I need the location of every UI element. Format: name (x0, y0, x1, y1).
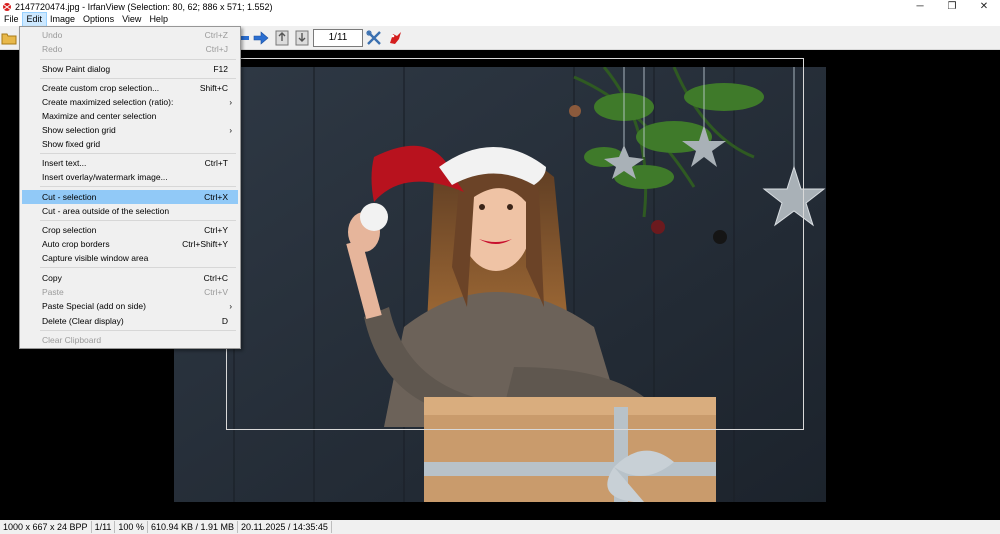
paste-button[interactable] (293, 29, 311, 47)
menu-item-show-paint-dialog[interactable]: Show Paint dialog F12 (22, 62, 238, 76)
menu-item-insert-overlay[interactable]: Insert overlay/watermark image... (22, 170, 238, 184)
menu-separator (40, 186, 236, 187)
status-bar: 1000 x 667 x 24 BPP 1/11 100 % 610.94 KB… (0, 520, 1000, 534)
menu-image[interactable]: Image (46, 13, 79, 26)
menu-separator (40, 330, 236, 331)
status-zoom: 100 % (115, 521, 148, 533)
open-folder-icon (1, 33, 17, 45)
menu-item-capture-window[interactable]: Capture visible window area (22, 251, 238, 265)
menu-item-paste[interactable]: Paste Ctrl+V (22, 285, 238, 299)
menu-item-cut-outside[interactable]: Cut - area outside of the selection (22, 204, 238, 218)
menu-options[interactable]: Options (79, 13, 118, 26)
menu-item-paste-special[interactable]: Paste Special (add on side) › (22, 299, 238, 313)
menu-item-redo[interactable]: Redo Ctrl+J (22, 42, 238, 56)
menu-item-maximize-center[interactable]: Maximize and center selection (22, 109, 238, 123)
status-page: 1/11 (92, 521, 116, 533)
window-title: 2147720474.jpg - IrfanView (Selection: 8… (15, 1, 273, 12)
page-indicator[interactable]: 1/11 (313, 29, 363, 47)
maximize-button[interactable]: ❐ (936, 0, 968, 13)
menu-bar: File Edit Image Options View Help (0, 12, 1000, 27)
menu-item-cut-selection[interactable]: Cut - selection Ctrl+X (22, 190, 238, 204)
next-file-button[interactable] (252, 29, 270, 47)
paste-icon (295, 30, 309, 46)
menu-item-auto-crop[interactable]: Auto crop borders Ctrl+Shift+Y (22, 237, 238, 251)
selection-rectangle[interactable] (226, 58, 804, 430)
menu-item-crop-selection[interactable]: Crop selection Ctrl+Y (22, 223, 238, 237)
menu-separator (40, 153, 236, 154)
about-button[interactable] (386, 29, 404, 47)
menu-separator (40, 59, 236, 60)
menu-edit[interactable]: Edit (21, 12, 48, 27)
submenu-arrow-icon: › (229, 301, 232, 311)
menu-item-delete[interactable]: Delete (Clear display) D (22, 314, 238, 328)
open-button[interactable] (0, 29, 18, 47)
menu-item-copy[interactable]: Copy Ctrl+C (22, 271, 238, 285)
menu-help[interactable]: Help (145, 13, 172, 26)
irfanview-logo-icon (390, 32, 401, 44)
copy-button[interactable] (273, 29, 291, 47)
status-datetime: 20.11.2025 / 14:35:45 (238, 521, 332, 533)
copy-icon (275, 30, 289, 46)
menu-item-insert-text[interactable]: Insert text... Ctrl+T (22, 156, 238, 170)
irfanview-window: 2147720474.jpg - IrfanView (Selection: 8… (0, 0, 1000, 534)
menu-separator (40, 78, 236, 79)
menu-item-selection-grid[interactable]: Show selection grid › (22, 123, 238, 137)
tools-button[interactable] (365, 29, 383, 47)
menu-item-undo[interactable]: Undo Ctrl+Z (22, 28, 238, 42)
status-dimensions: 1000 x 667 x 24 BPP (0, 521, 92, 533)
menu-item-custom-crop[interactable]: Create custom crop selection... Shift+C (22, 81, 238, 95)
tools-icon (366, 30, 381, 45)
blue-arrow-icon (240, 36, 249, 40)
menu-item-clear-clipboard[interactable]: Clear Clipboard (22, 333, 238, 347)
menu-separator (40, 267, 236, 268)
menu-separator (40, 220, 236, 221)
title-bar: 2147720474.jpg - IrfanView (Selection: 8… (0, 0, 1000, 13)
irfanview-logo-icon (2, 2, 12, 11)
minimize-button[interactable]: ─ (904, 0, 936, 13)
menu-item-fixed-grid[interactable]: Show fixed grid (22, 137, 238, 151)
close-button[interactable]: ✕ (968, 0, 1000, 13)
menu-item-maximized-selection[interactable]: Create maximized selection (ratio): › (22, 95, 238, 109)
submenu-arrow-icon: › (229, 97, 232, 107)
menu-file[interactable]: File (0, 13, 23, 26)
next-arrow-icon (253, 31, 269, 45)
status-size: 610.94 KB / 1.91 MB (148, 521, 239, 533)
menu-view[interactable]: View (118, 13, 145, 26)
window-controls: ─ ❐ ✕ (904, 0, 1000, 13)
submenu-arrow-icon: › (229, 125, 232, 135)
edit-menu: Undo Ctrl+Z Redo Ctrl+J Show Paint dialo… (19, 26, 241, 349)
